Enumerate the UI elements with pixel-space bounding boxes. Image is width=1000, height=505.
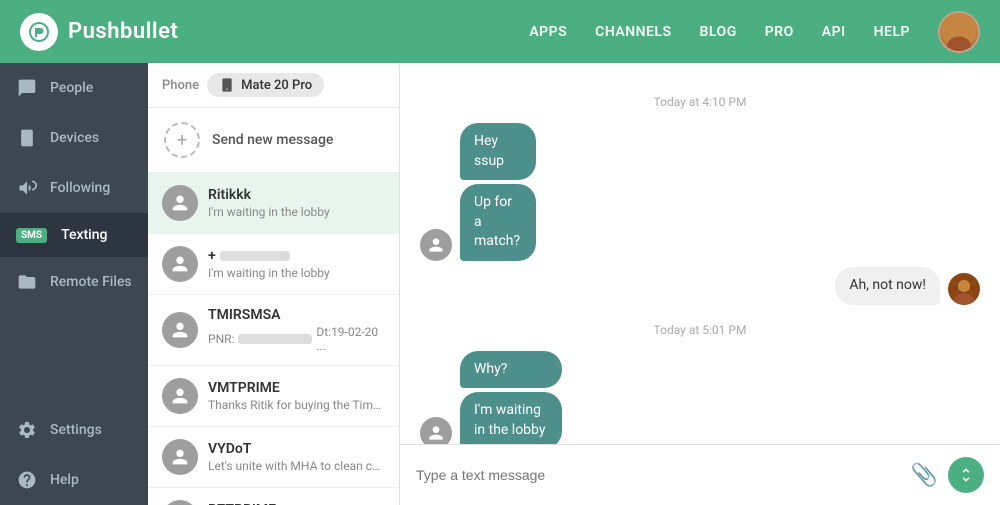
sidebar-item-remote-files[interactable]: Remote Files bbox=[0, 257, 148, 307]
sidebar-label-settings: Settings bbox=[50, 422, 102, 438]
msg-row-3: Why? I'm waiting in the lobby bbox=[420, 351, 980, 444]
sidebar-item-settings[interactable]: Settings bbox=[0, 405, 148, 455]
device-icon bbox=[16, 127, 38, 149]
bubble-1: Hey ssup bbox=[460, 123, 536, 180]
sidebar-item-texting[interactable]: SMS Texting bbox=[0, 213, 148, 257]
conv-name-4: VMTPRIME bbox=[208, 380, 385, 396]
gear-icon bbox=[16, 419, 38, 441]
msg-avatar-outgoing bbox=[948, 273, 980, 305]
sidebar-label-devices: Devices bbox=[50, 130, 99, 146]
sidebar-label-texting: Texting bbox=[61, 227, 107, 243]
conv-preview-2: I'm waiting in the lobby bbox=[208, 266, 385, 280]
question-icon bbox=[16, 469, 38, 491]
device-chip[interactable]: Mate 20 Pro bbox=[207, 73, 324, 97]
conv-avatar-3 bbox=[162, 312, 198, 348]
conv-avatar-5 bbox=[162, 439, 198, 475]
avatar-image bbox=[940, 13, 978, 51]
conv-avatar-6 bbox=[162, 500, 198, 505]
conv-preview-5: Let's unite with MHA to clean cyber spac… bbox=[208, 459, 385, 473]
sidebar-label-following: Following bbox=[50, 180, 110, 196]
conversation-item-6[interactable]: BZTPRIME UPGRADE to Times Prime AT ONLY … bbox=[148, 488, 399, 505]
nav-help[interactable]: HELP bbox=[874, 24, 910, 40]
logo-text: Pushbullet bbox=[68, 19, 178, 44]
timestamp-2: Today at 5:01 PM bbox=[420, 323, 980, 337]
chat-area: Today at 4:10 PM Hey ssup Up for a match… bbox=[400, 63, 1000, 505]
chat-icon bbox=[16, 77, 38, 99]
sidebar: People Devices Following SMS Texting Rem… bbox=[0, 63, 148, 505]
conversation-item-3[interactable]: TMIRSMSA PNR: Dt:19-02-20 ... bbox=[148, 295, 399, 366]
bubble-2: Up for a match? bbox=[460, 184, 536, 261]
conv-avatar-2 bbox=[162, 246, 198, 282]
conv-preview-1: I'm waiting in the lobby bbox=[208, 205, 385, 219]
folder-icon bbox=[16, 271, 38, 293]
conv-name-2: + bbox=[208, 248, 385, 264]
new-message-button[interactable]: + Send new message bbox=[148, 108, 399, 173]
app-header: Pushbullet APPS CHANNELS BLOG PRO API HE… bbox=[0, 0, 1000, 63]
nav-api[interactable]: API bbox=[822, 24, 846, 40]
attach-icon[interactable]: 📎 bbox=[911, 463, 938, 488]
main-nav: APPS CHANNELS BLOG PRO API HELP bbox=[529, 24, 910, 40]
msg-avatar-incoming-1 bbox=[420, 229, 452, 261]
msg-col-1: Hey ssup Up for a match? bbox=[460, 123, 587, 261]
conv-preview-3: PNR: Dt:19-02-20 ... bbox=[208, 325, 385, 353]
conversation-list: Phone Mate 20 Pro + Send new message Rit… bbox=[148, 63, 400, 505]
main-content: People Devices Following SMS Texting Rem… bbox=[0, 63, 1000, 505]
nav-channels[interactable]: CHANNELS bbox=[595, 24, 671, 40]
conv-info-1: Ritikkk I'm waiting in the lobby bbox=[208, 187, 385, 219]
nav-apps[interactable]: APPS bbox=[529, 24, 567, 40]
conv-avatar-4 bbox=[162, 378, 198, 414]
conv-name-5: VYDoT bbox=[208, 441, 385, 457]
conv-avatar-1 bbox=[162, 185, 198, 221]
logo: Pushbullet bbox=[20, 13, 529, 51]
device-label: Phone bbox=[162, 78, 199, 93]
conv-name-1: Ritikkk bbox=[208, 187, 385, 203]
sidebar-item-people[interactable]: People bbox=[0, 63, 148, 113]
device-name: Mate 20 Pro bbox=[241, 78, 312, 93]
sidebar-label-people: People bbox=[50, 80, 93, 96]
conv-info-5: VYDoT Let's unite with MHA to clean cybe… bbox=[208, 441, 385, 473]
chat-messages: Today at 4:10 PM Hey ssup Up for a match… bbox=[400, 63, 1000, 444]
device-bar: Phone Mate 20 Pro bbox=[148, 63, 399, 108]
msg-avatar-incoming-2 bbox=[420, 417, 452, 444]
conv-info-3: TMIRSMSA PNR: Dt:19-02-20 ... bbox=[208, 307, 385, 353]
msg-col-2: Why? I'm waiting in the lobby bbox=[460, 351, 630, 444]
new-message-circle-icon: + bbox=[164, 122, 200, 158]
chat-input[interactable] bbox=[416, 467, 901, 483]
sms-badge: SMS bbox=[16, 228, 47, 243]
nav-blog[interactable]: BLOG bbox=[700, 24, 737, 40]
conv-info-2: + I'm waiting in the lobby bbox=[208, 248, 385, 280]
timestamp-1: Today at 4:10 PM bbox=[420, 95, 980, 109]
megaphone-icon bbox=[16, 177, 38, 199]
conv-info-4: VMTPRIME Thanks Ritik for buying the Tim… bbox=[208, 380, 385, 412]
avatar[interactable] bbox=[938, 11, 980, 53]
new-message-label: Send new message bbox=[212, 132, 333, 148]
msg-row-1: Hey ssup Up for a match? bbox=[420, 123, 980, 261]
conversation-item-1[interactable]: Ritikkk I'm waiting in the lobby bbox=[148, 173, 399, 234]
msg-row-2: Ah, not now! bbox=[420, 267, 980, 305]
bubble-5: I'm waiting in the lobby bbox=[460, 392, 562, 444]
bubble-3: Ah, not now! bbox=[835, 267, 940, 305]
sidebar-item-devices[interactable]: Devices bbox=[0, 113, 148, 163]
conv-name-3: TMIRSMSA bbox=[208, 307, 385, 323]
conv-preview-4: Thanks Ritik for buying the Times Prime … bbox=[208, 398, 385, 412]
chat-input-bar: 📎 bbox=[400, 444, 1000, 505]
sidebar-item-following[interactable]: Following bbox=[0, 163, 148, 213]
nav-pro[interactable]: PRO bbox=[765, 24, 794, 40]
send-button[interactable] bbox=[948, 457, 984, 493]
logo-icon bbox=[20, 13, 58, 51]
sidebar-item-help[interactable]: Help bbox=[0, 455, 148, 505]
conversation-item-5[interactable]: VYDoT Let's unite with MHA to clean cybe… bbox=[148, 427, 399, 488]
sidebar-label-remote-files: Remote Files bbox=[50, 274, 132, 290]
conversation-item-4[interactable]: VMTPRIME Thanks Ritik for buying the Tim… bbox=[148, 366, 399, 427]
bubble-4: Why? bbox=[460, 351, 562, 389]
conversation-items: Ritikkk I'm waiting in the lobby + I'm w… bbox=[148, 173, 399, 505]
sidebar-label-help: Help bbox=[50, 472, 79, 488]
conversation-item-2[interactable]: + I'm waiting in the lobby bbox=[148, 234, 399, 295]
